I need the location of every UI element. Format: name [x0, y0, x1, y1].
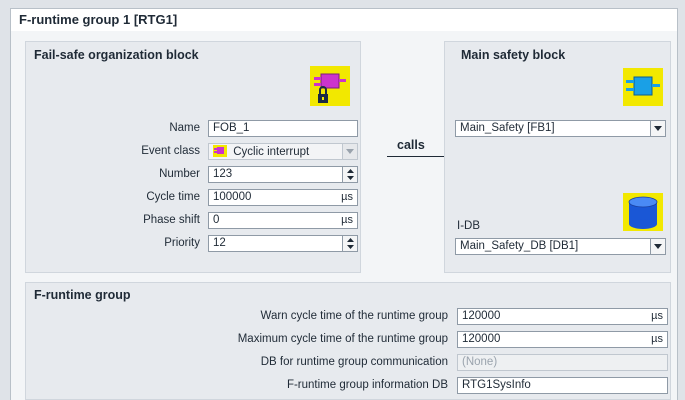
- chevron-down-icon: [654, 244, 662, 249]
- event-class-dropdown[interactable]: Cyclic interrupt: [208, 143, 358, 160]
- properties-body: Fail-safe organization block Name FOB_1: [10, 31, 678, 400]
- main-safety-value: Main_Safety [FB1]: [460, 122, 555, 134]
- info-db-field[interactable]: RTG1SysInfo: [457, 377, 668, 394]
- calls-label: calls: [397, 138, 425, 152]
- runtime-group-title: F-runtime group: [34, 288, 131, 302]
- fob-section-title: Fail-safe organization block: [34, 48, 199, 62]
- max-cycle-field[interactable]: 120000 µs: [457, 331, 668, 348]
- spin-arrows-icon: [347, 238, 354, 249]
- max-cycle-value: 120000: [462, 333, 501, 345]
- warn-cycle-label: Warn cycle time of the runtime group: [260, 310, 448, 322]
- cycle-time-value: 100000: [213, 191, 252, 203]
- cycle-time-label: Cycle time: [146, 191, 200, 203]
- fob-locked-icon: [310, 66, 350, 106]
- idb-dropdown[interactable]: Main_Safety_DB [DB1]: [455, 238, 666, 255]
- priority-spinbox[interactable]: 12: [208, 235, 358, 252]
- info-db-value: RTG1SysInfo: [462, 379, 531, 391]
- cycle-time-unit: µs: [341, 191, 353, 203]
- phase-shift-value: 0: [213, 214, 220, 226]
- fob-section: Fail-safe organization block Name FOB_1: [25, 41, 361, 273]
- phase-shift-field[interactable]: 0 µs: [208, 212, 358, 229]
- db-comm-field: (None): [457, 354, 668, 371]
- warn-cycle-unit: µs: [651, 310, 663, 322]
- phase-shift-label: Phase shift: [143, 214, 200, 226]
- event-class-label: Event class: [141, 145, 200, 157]
- warn-cycle-field[interactable]: 120000 µs: [457, 308, 668, 325]
- fob-name-value: FOB_1: [213, 122, 250, 134]
- name-label: Name: [169, 122, 200, 134]
- number-value: 123: [213, 168, 233, 180]
- calls-arrow-line: [387, 156, 449, 157]
- max-cycle-label: Maximum cycle time of the runtime group: [237, 333, 448, 345]
- runtime-group-section: F-runtime group Warn cycle time of the r…: [25, 282, 671, 400]
- number-spin-buttons[interactable]: [342, 167, 357, 182]
- database-icon: [623, 193, 663, 231]
- priority-value: 12: [213, 237, 226, 249]
- main-safety-title: Main safety block: [461, 48, 566, 62]
- event-class-dropdown-button[interactable]: [342, 144, 357, 159]
- function-block-icon: [623, 68, 663, 106]
- info-db-label: F-runtime group information DB: [286, 379, 448, 391]
- db-comm-label: DB for runtime group communication: [260, 356, 448, 368]
- number-spinbox[interactable]: 123: [208, 166, 358, 183]
- db-comm-value: (None): [462, 356, 498, 368]
- event-class-value: Cyclic interrupt: [233, 146, 310, 158]
- cycle-time-field[interactable]: 100000 µs: [208, 189, 358, 206]
- main-safety-dropdown-button[interactable]: [650, 121, 665, 136]
- properties-frame: F-runtime group 1 [RTG1] Fail-safe organ…: [0, 0, 685, 400]
- priority-spin-buttons[interactable]: [342, 236, 357, 251]
- idb-label: I-DB: [457, 220, 480, 232]
- spin-arrows-icon: [347, 169, 354, 180]
- chevron-down-icon: [346, 149, 354, 154]
- idb-value: Main_Safety_DB [DB1]: [460, 240, 579, 252]
- warn-cycle-value: 120000: [462, 310, 501, 322]
- idb-dropdown-button[interactable]: [650, 239, 665, 254]
- phase-shift-unit: µs: [341, 214, 353, 226]
- chevron-down-icon: [654, 126, 662, 131]
- main-safety-dropdown[interactable]: Main_Safety [FB1]: [455, 120, 666, 137]
- main-safety-section: Main safety block Main_Safety [FB1] I-DB…: [444, 41, 671, 273]
- number-label: Number: [159, 168, 200, 180]
- priority-label: Priority: [164, 237, 200, 249]
- panel-title: F-runtime group 1 [RTG1]: [10, 8, 678, 32]
- fob-name-field[interactable]: FOB_1: [208, 120, 358, 137]
- cyclic-interrupt-icon: [213, 145, 227, 157]
- max-cycle-unit: µs: [651, 333, 663, 345]
